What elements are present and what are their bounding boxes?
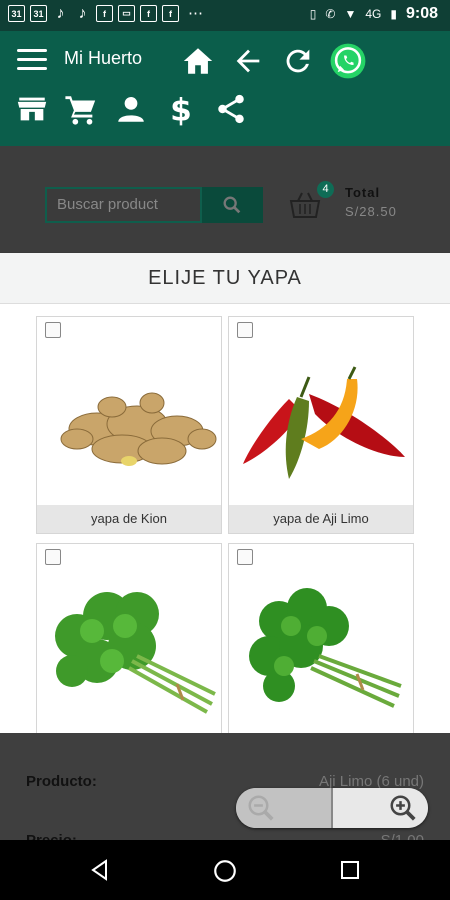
cart-count-badge: 4 xyxy=(317,181,334,198)
cilantro-image xyxy=(229,566,413,732)
chili-peppers-image xyxy=(229,339,413,505)
facebook-icon: f xyxy=(162,5,179,22)
parsley-image xyxy=(37,566,221,732)
yapa-card-label: yapa de Kion xyxy=(37,505,221,533)
zoom-out-button[interactable] xyxy=(236,788,331,828)
ginger-image xyxy=(37,339,221,505)
total-value: S/28.50 xyxy=(345,204,397,219)
cart-icon[interactable] xyxy=(64,92,98,126)
messaging-icon: ▭ xyxy=(118,5,135,22)
zoom-in-button[interactable] xyxy=(333,788,428,828)
yapa-checkbox[interactable] xyxy=(45,322,61,338)
modal-header: ELIJE TU YAPA xyxy=(0,253,450,304)
whatsapp-icon[interactable] xyxy=(329,42,367,80)
facebook-icon: f xyxy=(140,5,157,22)
search-input[interactable]: Buscar product xyxy=(45,187,202,223)
cart-basket-icon[interactable] xyxy=(288,190,322,220)
yapa-checkbox[interactable] xyxy=(45,549,61,565)
store-icon[interactable] xyxy=(15,92,49,126)
tiktok-icon: ♪ xyxy=(56,4,65,22)
tiktok-icon: ♪ xyxy=(78,4,87,22)
calendar-icon: 31 xyxy=(8,5,25,22)
menu-icon[interactable] xyxy=(17,49,47,71)
nav-home-icon[interactable] xyxy=(212,858,238,884)
network-type: 4G xyxy=(365,7,382,21)
status-bar: 31 31 ♪ ♪ f ▭ f f ⋯ ▯ ✆ ▼ 4G ▮ 9:08 xyxy=(0,0,450,31)
app-title: Mi Huerto xyxy=(64,48,143,68)
home-icon[interactable] xyxy=(181,44,215,78)
share-icon[interactable] xyxy=(214,92,248,126)
zoom-in-icon xyxy=(390,795,416,821)
yapa-card-kion[interactable]: yapa de Kion xyxy=(36,316,222,534)
calendar-icon: 31 xyxy=(30,5,47,22)
search-button[interactable] xyxy=(202,187,263,223)
yapa-card-culantro[interactable] xyxy=(228,543,414,733)
yapa-checkbox[interactable] xyxy=(237,322,253,338)
yapa-card-perejil[interactable] xyxy=(36,543,222,733)
refresh-icon[interactable] xyxy=(281,44,315,78)
wifi-calling-icon: ✆ xyxy=(325,7,336,21)
wifi-icon: ▼ xyxy=(344,7,357,21)
svg-text:$: $ xyxy=(170,92,192,126)
total-label: Total xyxy=(345,185,381,200)
zoom-out-icon xyxy=(248,795,274,821)
clock: 9:08 xyxy=(405,5,438,22)
more-notifications-icon: ⋯ xyxy=(188,5,203,22)
facebook-icon: f xyxy=(96,5,113,22)
yapa-card-label: yapa de Aji Limo xyxy=(229,505,413,533)
back-arrow-icon[interactable] xyxy=(231,44,265,78)
yapa-modal: ELIJE TU YAPA yapa de Kion yapa de Aji L… xyxy=(0,253,450,733)
nav-back-icon[interactable] xyxy=(88,858,112,882)
vibrate-icon: ▯ xyxy=(309,7,317,21)
yapa-checkbox[interactable] xyxy=(237,549,253,565)
battery-icon: ▮ xyxy=(390,7,397,21)
search-icon xyxy=(223,196,241,214)
dollar-icon[interactable]: $ xyxy=(164,92,198,128)
yapa-card-aji-limo[interactable]: yapa de Aji Limo xyxy=(228,316,414,534)
zoom-control xyxy=(236,788,428,828)
system-nav-bar xyxy=(0,840,450,900)
nav-recents-icon[interactable] xyxy=(338,858,362,882)
product-label: Producto: xyxy=(26,773,97,790)
modal-title: ELIJE TU YAPA xyxy=(148,267,302,289)
user-icon[interactable] xyxy=(114,92,148,126)
